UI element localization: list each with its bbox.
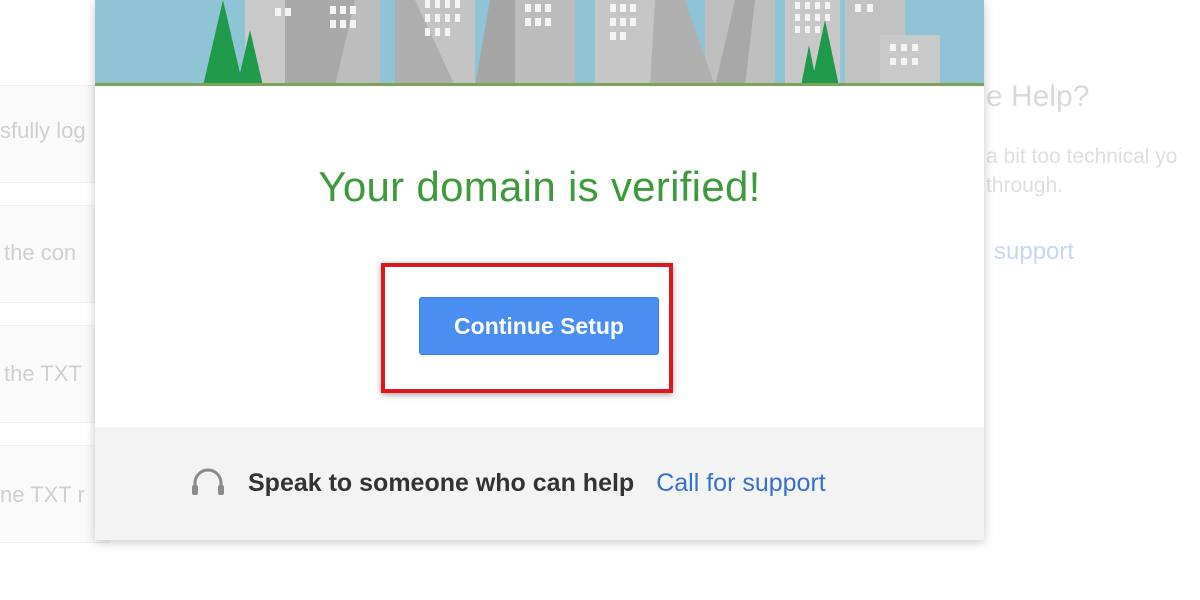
bg-step-text: ne TXT r: [0, 482, 85, 507]
city-skyline-illustration: [203, 0, 940, 86]
bg-step-text: the TXT: [4, 361, 82, 386]
bg-step-text: the con: [4, 240, 77, 265]
call-for-support-link[interactable]: Call for support: [656, 469, 826, 498]
continue-setup-button[interactable]: Continue Setup: [419, 297, 659, 355]
bg-step-text: sfully log: [0, 118, 86, 143]
bg-help-line: a bit too technical yo: [986, 145, 1178, 168]
city-banner: [95, 0, 984, 86]
support-row: Speak to someone who can help Call for s…: [190, 467, 826, 499]
bg-help-title: e Help?: [986, 80, 1090, 113]
bg-help-line: through.: [986, 174, 1064, 197]
bg-help-body: a bit too technical yo through.: [986, 142, 1200, 200]
headset-icon: [192, 468, 224, 495]
support-footer: Speak to someone who can help Call for s…: [95, 427, 984, 540]
support-prompt-text: Speak to someone who can help: [248, 468, 635, 497]
bg-support-link: support: [994, 238, 1075, 265]
page-title: Your domain is verified!: [318, 163, 761, 210]
verification-modal: Your domain is verified! Continue Setup …: [95, 0, 984, 540]
banner-ground: [95, 83, 984, 86]
